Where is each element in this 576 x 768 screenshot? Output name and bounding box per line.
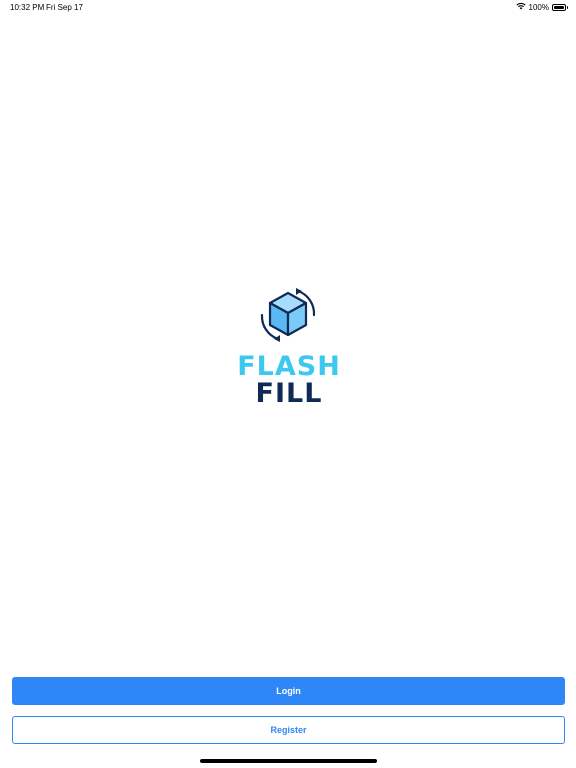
register-button[interactable]: Register xyxy=(12,716,565,744)
wifi-icon xyxy=(515,2,526,12)
battery-icon xyxy=(552,3,568,11)
cube-refresh-icon xyxy=(260,288,316,342)
battery-percent: 100% xyxy=(528,2,549,12)
status-date: Fri Sep 17 xyxy=(46,3,83,12)
logo-text-flash: FLASH xyxy=(237,351,341,382)
login-button[interactable]: Login xyxy=(12,677,565,705)
logo-text-fill: FILL xyxy=(255,378,323,409)
home-indicator[interactable] xyxy=(200,759,377,763)
status-bar: 10:32 PM Fri Sep 17 100% xyxy=(0,0,576,14)
status-right: 100% xyxy=(515,2,568,12)
splash-screen: 10:32 PM Fri Sep 17 100% FLASH FILL Logi… xyxy=(0,0,576,768)
status-time: 10:32 PM xyxy=(10,3,45,12)
app-logo: FLASH FILL xyxy=(226,285,350,410)
